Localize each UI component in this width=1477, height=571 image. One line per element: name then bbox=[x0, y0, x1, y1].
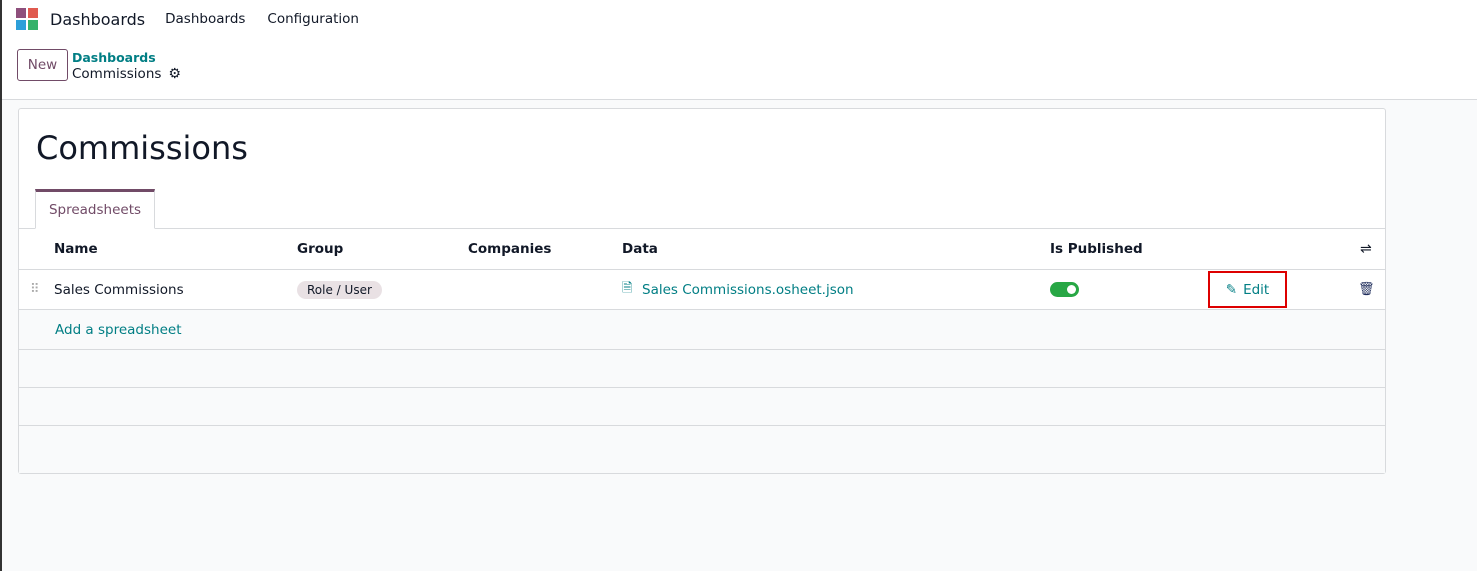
drag-handle-icon[interactable]: ⠿ bbox=[30, 282, 40, 297]
app-brand[interactable]: Dashboards bbox=[50, 10, 145, 29]
is-published-toggle[interactable] bbox=[1050, 282, 1079, 297]
table-header: Name Group Companies Data Is Published ⇌ bbox=[19, 229, 1385, 270]
file-icon: 🗎 bbox=[622, 280, 633, 296]
header-data[interactable]: Data bbox=[622, 241, 658, 257]
form-sheet: Commissions Spreadsheets Name Group Comp… bbox=[18, 108, 1386, 474]
empty-row bbox=[19, 388, 1385, 426]
header-group[interactable]: Group bbox=[297, 241, 343, 257]
gear-icon[interactable]: ⚙ bbox=[168, 66, 181, 83]
page-title: Commissions bbox=[36, 129, 248, 167]
group-badge: Role / User bbox=[297, 280, 382, 299]
edit-label: Edit bbox=[1243, 281, 1270, 298]
breadcrumb: Dashboards Commissions ⚙ bbox=[72, 49, 181, 83]
top-bar: Dashboards Dashboards Configuration New … bbox=[2, 0, 1477, 100]
header-companies[interactable]: Companies bbox=[468, 241, 551, 257]
add-spreadsheet-link[interactable]: Add a spreadsheet bbox=[55, 322, 182, 338]
optional-columns-icon[interactable]: ⇌ bbox=[1360, 241, 1372, 257]
add-row: Add a spreadsheet bbox=[19, 310, 1385, 350]
menu-configuration[interactable]: Configuration bbox=[267, 11, 359, 27]
app-logo-icon[interactable] bbox=[16, 8, 40, 30]
breadcrumb-current: Commissions bbox=[72, 66, 162, 82]
breadcrumb-dashboards[interactable]: Dashboards bbox=[72, 49, 181, 66]
control-panel: New Dashboards Commissions ⚙ bbox=[17, 49, 181, 83]
empty-row bbox=[19, 426, 1385, 473]
tab-spreadsheets[interactable]: Spreadsheets bbox=[35, 189, 155, 229]
tab-bar: Spreadsheets bbox=[19, 189, 1385, 229]
cell-name[interactable]: Sales Commissions bbox=[54, 282, 184, 298]
table-row[interactable]: ⠿ Sales Commissions Role / User 🗎 Sales … bbox=[19, 270, 1385, 310]
data-file-link[interactable]: Sales Commissions.osheet.json bbox=[642, 282, 854, 298]
menu-dashboards[interactable]: Dashboards bbox=[165, 11, 245, 27]
trash-icon[interactable]: 🗑 bbox=[1358, 282, 1375, 297]
navbar: Dashboards Dashboards Configuration bbox=[16, 8, 381, 30]
header-name[interactable]: Name bbox=[54, 241, 98, 257]
new-button[interactable]: New bbox=[17, 49, 68, 81]
pencil-icon: ✎ bbox=[1225, 281, 1238, 298]
empty-row bbox=[19, 350, 1385, 388]
edit-button[interactable]: ✎ Edit bbox=[1208, 271, 1287, 308]
header-is-published[interactable]: Is Published bbox=[1050, 241, 1143, 257]
